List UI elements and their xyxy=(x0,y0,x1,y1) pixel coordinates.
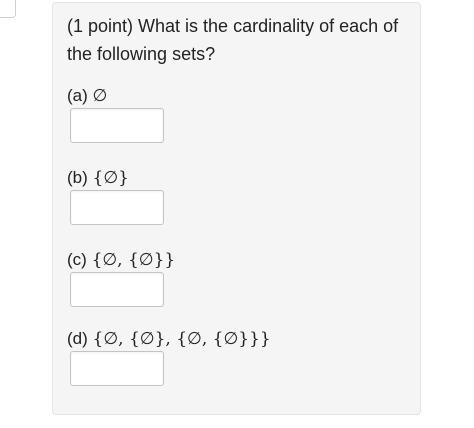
part-b-set: {∅} xyxy=(92,168,129,188)
part-d-answer-input[interactable] xyxy=(70,351,164,386)
part-b-answer-input[interactable] xyxy=(70,190,164,225)
part-d-letter: (d) xyxy=(67,329,88,348)
part-c-letter: (c) xyxy=(67,250,87,269)
part-c-set: {∅, {∅}} xyxy=(91,250,176,270)
part-a-answer-input[interactable] xyxy=(70,108,164,143)
corner-tab xyxy=(0,0,16,18)
part-c-answer-input[interactable] xyxy=(70,272,164,307)
part-b-label: (b) {∅} xyxy=(67,167,129,189)
part-a-letter: (a) xyxy=(67,86,88,105)
question-text: (1 point) What is the cardinality of eac… xyxy=(67,16,399,64)
part-a-set: ∅ xyxy=(92,86,108,106)
part-d-set: {∅, {∅}, {∅, {∅}}} xyxy=(92,329,271,349)
part-c-label: (c) {∅, {∅}} xyxy=(67,249,175,271)
part-b-letter: (b) xyxy=(67,168,88,187)
part-a-label: (a) ∅ xyxy=(67,85,107,107)
problem-panel: (1 point) What is the cardinality of eac… xyxy=(52,2,421,415)
part-d-label: (d) {∅, {∅}, {∅, {∅}}} xyxy=(67,328,271,350)
